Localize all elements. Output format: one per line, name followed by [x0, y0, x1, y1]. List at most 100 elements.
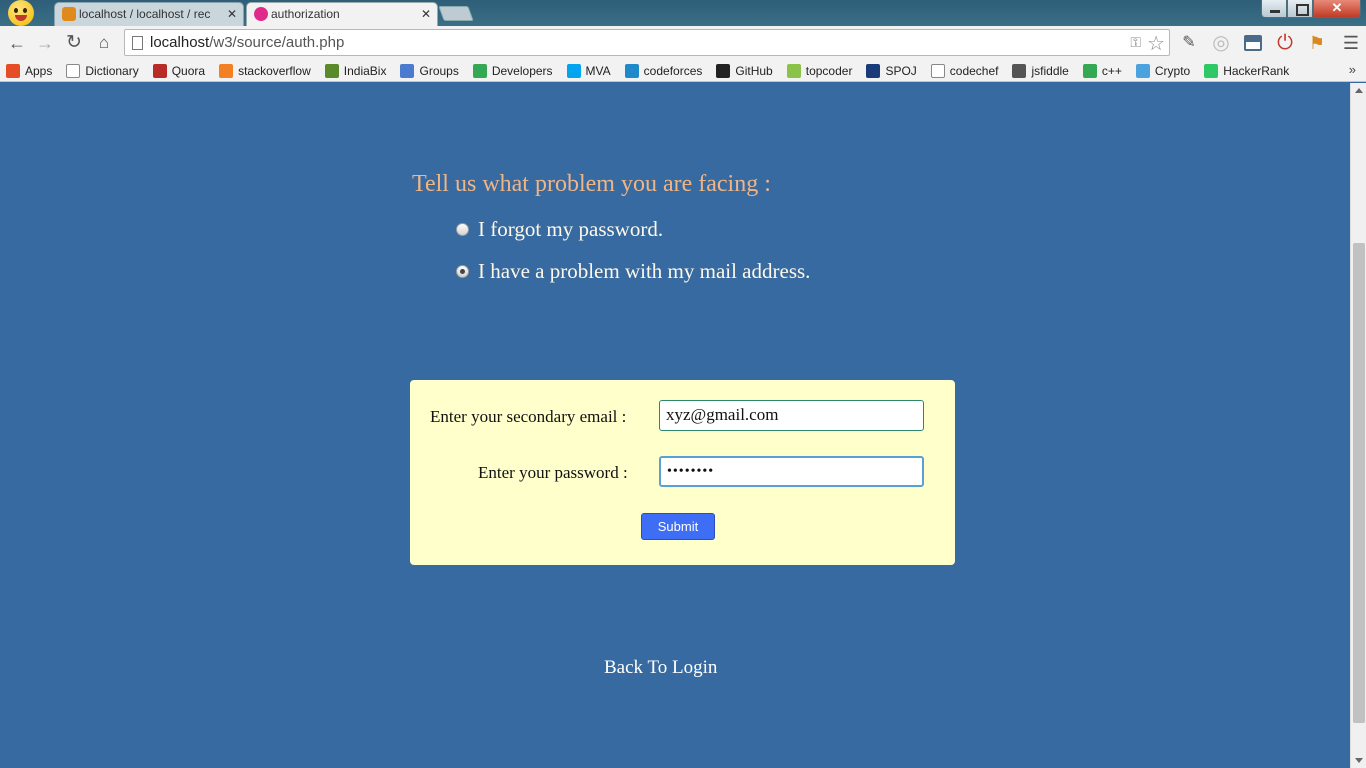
bookmark-hackerrank[interactable]: HackerRank [1204, 63, 1290, 78]
email-field[interactable]: xyz@gmail.com [659, 400, 924, 431]
bookmark-codechef[interactable]: codechef [930, 63, 999, 78]
scroll-up-arrow-icon[interactable] [1355, 88, 1363, 93]
bookmark-jsfiddle[interactable]: jsfiddle [1012, 63, 1069, 78]
option-mail-problem[interactable]: I have a problem with my mail address. [456, 259, 810, 284]
address-bar[interactable]: localhost/w3/source/auth.php ⚿ ☆ [124, 29, 1170, 56]
smiley-icon [8, 0, 34, 26]
home-icon[interactable]: ⌂ [92, 31, 116, 55]
bookmark-label: codeforces [643, 63, 703, 78]
tab-close-icon[interactable]: ✕ [227, 3, 237, 25]
power-icon[interactable]: ⏻ [1274, 32, 1296, 54]
stackoverflow-icon [219, 63, 234, 78]
page-icon [930, 63, 945, 78]
bookmark-label: MVA [585, 63, 611, 78]
scroll-down-arrow-icon[interactable] [1355, 758, 1363, 763]
submit-button[interactable]: Submit [641, 513, 715, 540]
tab-title: authorization [271, 7, 340, 21]
hackerrank-icon [1204, 63, 1219, 78]
bookmark-label: c++ [1101, 63, 1122, 78]
forward-arrow-icon[interactable]: → [33, 31, 57, 55]
bookmark-label: Quora [171, 63, 206, 78]
jsfiddle-icon [1012, 63, 1027, 78]
scroll-thumb[interactable] [1353, 243, 1365, 723]
topcoder-icon [786, 63, 801, 78]
window-titlebar: localhost / localhost / rec ✕ authorizat… [0, 0, 1366, 26]
option-label: I have a problem with my mail address. [478, 259, 811, 283]
bookmark-label: Groups [419, 63, 459, 78]
tab-close-icon[interactable]: ✕ [421, 3, 431, 25]
tab-authorization[interactable]: authorization ✕ [246, 2, 438, 26]
indiabix-icon [324, 63, 339, 78]
new-tab-button[interactable] [438, 6, 474, 21]
developers-icon [1082, 63, 1097, 78]
radio-mail-problem[interactable] [456, 265, 469, 278]
bookmark-label: codechef [949, 63, 999, 78]
bookmark-label: stackoverflow [238, 63, 311, 78]
auth-form: Enter your secondary email : xyz@gmail.c… [410, 380, 955, 565]
bookmark-label: Dictionary [85, 63, 139, 78]
bookmark-label: Developers [491, 63, 553, 78]
bookmark-label: Crypto [1154, 63, 1191, 78]
url-text[interactable]: localhost/w3/source/auth.php [150, 34, 344, 51]
bookmark-c[interactable]: c++ [1082, 63, 1122, 78]
eyedropper-icon[interactable]: ✎ [1178, 32, 1200, 54]
browser-toolbar: ← → ↻ ⌂ localhost/w3/source/auth.php ⚿ ☆… [0, 26, 1366, 60]
bookmark-codeforces[interactable]: codeforces [624, 63, 703, 78]
bookmark-quora[interactable]: Quora [152, 63, 206, 78]
bookmark-github[interactable]: GitHub [716, 63, 773, 78]
mva-icon [566, 63, 581, 78]
phpmyadmin-favicon-icon [62, 7, 76, 21]
bookmark-topcoder[interactable]: topcoder [786, 63, 853, 78]
key-icon[interactable]: ⚿ [1130, 34, 1141, 51]
problem-question: Tell us what problem you are facing : [412, 171, 771, 197]
menu-icon[interactable]: ☰ [1340, 32, 1362, 54]
profile-avatar[interactable] [6, 0, 36, 26]
bookmark-indiabix[interactable]: IndiaBix [324, 63, 387, 78]
bookmark-mva[interactable]: MVA [566, 63, 611, 78]
bookmark-label: topcoder [805, 63, 853, 78]
page-icon [132, 36, 143, 50]
github-icon [716, 63, 731, 78]
minimize-button[interactable] [1261, 0, 1287, 18]
bookmark-apps[interactable]: Apps [6, 63, 52, 78]
maximize-button[interactable] [1287, 0, 1313, 18]
bookmark-label: HackerRank [1223, 63, 1290, 78]
page-icon [66, 63, 81, 78]
tab-title: localhost / localhost / rec [79, 7, 211, 21]
crypto-icon [1135, 63, 1150, 78]
codeforces-icon [624, 63, 639, 78]
bookmark-label: SPOJ [885, 63, 917, 78]
bookmark-label: GitHub [735, 63, 773, 78]
apps-grid-icon [6, 63, 20, 78]
vertical-scrollbar[interactable] [1350, 83, 1366, 768]
developers-icon [472, 63, 487, 78]
close-window-button[interactable]: ✕ [1313, 0, 1361, 18]
email-label: Enter your secondary email : [430, 407, 627, 426]
password-label: Enter your password : [478, 463, 628, 482]
tab-phpmyadmin[interactable]: localhost / localhost / rec ✕ [54, 2, 244, 26]
bookmarks-more-button[interactable]: » [1349, 62, 1356, 77]
back-arrow-icon[interactable]: ← [5, 31, 29, 55]
bookmark-spoj[interactable]: SPOJ [866, 63, 917, 78]
extension-circle-icon[interactable]: ◎ [1210, 32, 1232, 54]
quora-icon [152, 63, 167, 78]
radio-forgot-password[interactable] [456, 223, 469, 236]
password-field[interactable]: •••••••• [659, 456, 924, 487]
option-forgot-password[interactable]: I forgot my password. [456, 217, 663, 242]
groups-icon [400, 63, 415, 78]
window-extension-icon[interactable] [1242, 32, 1264, 54]
bookmark-star-icon[interactable]: ☆ [1147, 31, 1165, 56]
wamp-favicon-icon [254, 7, 268, 21]
bookmark-label: IndiaBix [343, 63, 387, 78]
bookmarks-bar: Apps Dictionary Quora stackoverflow IndiaBix… [0, 60, 1366, 82]
bookmark-groups[interactable]: Groups [400, 63, 459, 78]
back-to-login-link[interactable]: Back To Login [604, 657, 717, 679]
bookmark-dictionary[interactable]: Dictionary [66, 63, 139, 78]
bookmark-label: jsfiddle [1031, 63, 1069, 78]
bookmark-developers[interactable]: Developers [472, 63, 553, 78]
page-content: Tell us what problem you are facing : I … [0, 83, 1350, 768]
bookmark-crypto[interactable]: Crypto [1135, 63, 1191, 78]
reload-icon[interactable]: ↻ [62, 31, 86, 55]
bookmark-stackoverflow[interactable]: stackoverflow [219, 63, 311, 78]
extension-flag-icon[interactable]: ⚑ [1306, 32, 1328, 54]
